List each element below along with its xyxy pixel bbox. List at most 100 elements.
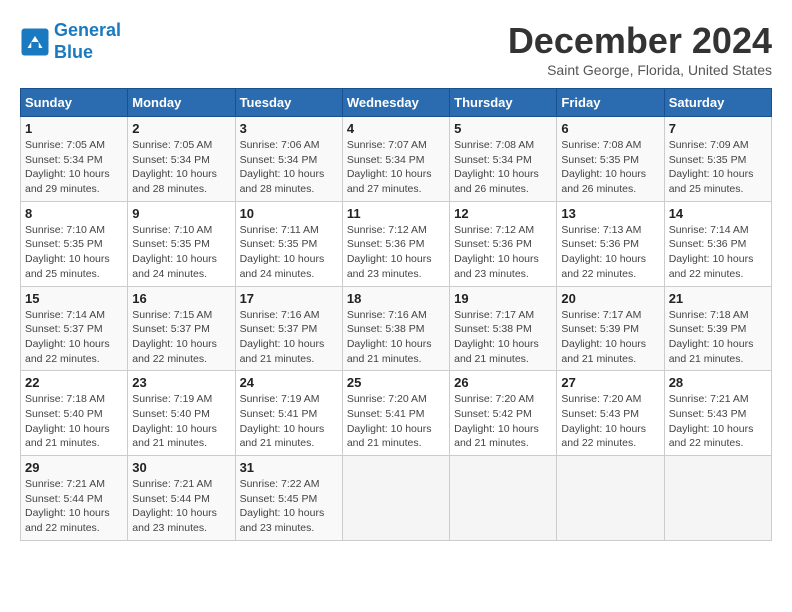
calendar-day-header: Friday xyxy=(557,89,664,117)
calendar-cell: 29 Sunrise: 7:21 AM Sunset: 5:44 PM Dayli… xyxy=(21,456,128,541)
day-number: 2 xyxy=(132,121,230,136)
calendar-cell xyxy=(664,456,771,541)
day-detail: Sunrise: 7:14 AM Sunset: 5:37 PM Dayligh… xyxy=(25,308,123,367)
calendar-day-header: Monday xyxy=(128,89,235,117)
logo: General Blue xyxy=(20,20,121,63)
calendar-cell xyxy=(450,456,557,541)
day-number: 5 xyxy=(454,121,552,136)
day-number: 22 xyxy=(25,375,123,390)
calendar-cell: 14 Sunrise: 7:14 AM Sunset: 5:36 PM Dayli… xyxy=(664,201,771,286)
calendar-cell: 7 Sunrise: 7:09 AM Sunset: 5:35 PM Daylig… xyxy=(664,117,771,202)
calendar-day-header: Tuesday xyxy=(235,89,342,117)
calendar-day-header: Wednesday xyxy=(342,89,449,117)
day-number: 26 xyxy=(454,375,552,390)
day-number: 4 xyxy=(347,121,445,136)
calendar-cell: 16 Sunrise: 7:15 AM Sunset: 5:37 PM Dayli… xyxy=(128,286,235,371)
day-detail: Sunrise: 7:20 AM Sunset: 5:41 PM Dayligh… xyxy=(347,392,445,451)
day-number: 21 xyxy=(669,291,767,306)
calendar-cell: 15 Sunrise: 7:14 AM Sunset: 5:37 PM Dayli… xyxy=(21,286,128,371)
calendar-cell: 3 Sunrise: 7:06 AM Sunset: 5:34 PM Daylig… xyxy=(235,117,342,202)
day-number: 14 xyxy=(669,206,767,221)
day-detail: Sunrise: 7:21 AM Sunset: 5:43 PM Dayligh… xyxy=(669,392,767,451)
day-detail: Sunrise: 7:05 AM Sunset: 5:34 PM Dayligh… xyxy=(25,138,123,197)
calendar-cell: 24 Sunrise: 7:19 AM Sunset: 5:41 PM Dayli… xyxy=(235,371,342,456)
day-number: 3 xyxy=(240,121,338,136)
day-number: 17 xyxy=(240,291,338,306)
day-detail: Sunrise: 7:10 AM Sunset: 5:35 PM Dayligh… xyxy=(132,223,230,282)
calendar-week-row: 1 Sunrise: 7:05 AM Sunset: 5:34 PM Daylig… xyxy=(21,117,772,202)
calendar-cell: 18Sunrise: 7:16 AM Sunset: 5:38 PM Dayli… xyxy=(342,286,449,371)
day-detail: Sunrise: 7:14 AM Sunset: 5:36 PM Dayligh… xyxy=(669,223,767,282)
day-number: 25 xyxy=(347,375,445,390)
calendar-table: SundayMondayTuesdayWednesdayThursdayFrid… xyxy=(20,88,772,541)
day-number: 19 xyxy=(454,291,552,306)
day-detail: Sunrise: 7:19 AM Sunset: 5:41 PM Dayligh… xyxy=(240,392,338,451)
day-detail: Sunrise: 7:20 AM Sunset: 5:43 PM Dayligh… xyxy=(561,392,659,451)
day-detail: Sunrise: 7:07 AM Sunset: 5:34 PM Dayligh… xyxy=(347,138,445,197)
day-detail: Sunrise: 7:11 AM Sunset: 5:35 PM Dayligh… xyxy=(240,223,338,282)
day-number: 13 xyxy=(561,206,659,221)
day-number: 30 xyxy=(132,460,230,475)
calendar-cell: 19 Sunrise: 7:17 AM Sunset: 5:38 PM Dayli… xyxy=(450,286,557,371)
day-detail: Sunrise: 7:06 AM Sunset: 5:34 PM Dayligh… xyxy=(240,138,338,197)
location-subtitle: Saint George, Florida, United States xyxy=(508,62,772,78)
day-number: 8 xyxy=(25,206,123,221)
title-block: December 2024 Saint George, Florida, Uni… xyxy=(508,20,772,78)
day-detail: Sunrise: 7:22 AM Sunset: 5:45 PM Dayligh… xyxy=(240,477,338,536)
calendar-cell: 21Sunrise: 7:18 AM Sunset: 5:39 PM Dayli… xyxy=(664,286,771,371)
calendar-cell xyxy=(342,456,449,541)
calendar-cell: 27Sunrise: 7:20 AM Sunset: 5:43 PM Dayli… xyxy=(557,371,664,456)
calendar-body: 1 Sunrise: 7:05 AM Sunset: 5:34 PM Daylig… xyxy=(21,117,772,541)
calendar-week-row: 22 Sunrise: 7:18 AM Sunset: 5:40 PM Dayli… xyxy=(21,371,772,456)
day-number: 16 xyxy=(132,291,230,306)
day-detail: Sunrise: 7:12 AM Sunset: 5:36 PM Dayligh… xyxy=(347,223,445,282)
calendar-cell: 30 Sunrise: 7:21 AM Sunset: 5:44 PM Dayli… xyxy=(128,456,235,541)
day-detail: Sunrise: 7:18 AM Sunset: 5:40 PM Dayligh… xyxy=(25,392,123,451)
day-detail: Sunrise: 7:21 AM Sunset: 5:44 PM Dayligh… xyxy=(25,477,123,536)
calendar-cell: 28 Sunrise: 7:21 AM Sunset: 5:43 PM Dayli… xyxy=(664,371,771,456)
calendar-cell: 23Sunrise: 7:19 AM Sunset: 5:40 PM Dayli… xyxy=(128,371,235,456)
calendar-cell: 20Sunrise: 7:17 AM Sunset: 5:39 PM Dayli… xyxy=(557,286,664,371)
calendar-week-row: 8 Sunrise: 7:10 AM Sunset: 5:35 PM Daylig… xyxy=(21,201,772,286)
calendar-cell: 8 Sunrise: 7:10 AM Sunset: 5:35 PM Daylig… xyxy=(21,201,128,286)
day-number: 12 xyxy=(454,206,552,221)
day-detail: Sunrise: 7:21 AM Sunset: 5:44 PM Dayligh… xyxy=(132,477,230,536)
calendar-cell: 26 Sunrise: 7:20 AM Sunset: 5:42 PM Dayli… xyxy=(450,371,557,456)
calendar-cell xyxy=(557,456,664,541)
calendar-cell: 25 Sunrise: 7:20 AM Sunset: 5:41 PM Dayli… xyxy=(342,371,449,456)
day-number: 23 xyxy=(132,375,230,390)
day-detail: Sunrise: 7:10 AM Sunset: 5:35 PM Dayligh… xyxy=(25,223,123,282)
day-detail: Sunrise: 7:17 AM Sunset: 5:39 PM Dayligh… xyxy=(561,308,659,367)
day-detail: Sunrise: 7:08 AM Sunset: 5:34 PM Dayligh… xyxy=(454,138,552,197)
day-number: 28 xyxy=(669,375,767,390)
calendar-day-header: Saturday xyxy=(664,89,771,117)
calendar-day-header: Sunday xyxy=(21,89,128,117)
day-number: 9 xyxy=(132,206,230,221)
day-detail: Sunrise: 7:13 AM Sunset: 5:36 PM Dayligh… xyxy=(561,223,659,282)
calendar-cell: 17 Sunrise: 7:16 AM Sunset: 5:37 PM Dayli… xyxy=(235,286,342,371)
day-detail: Sunrise: 7:08 AM Sunset: 5:35 PM Dayligh… xyxy=(561,138,659,197)
calendar-cell: 6Sunrise: 7:08 AM Sunset: 5:35 PM Daylig… xyxy=(557,117,664,202)
day-number: 29 xyxy=(25,460,123,475)
day-number: 24 xyxy=(240,375,338,390)
day-number: 15 xyxy=(25,291,123,306)
logo-icon xyxy=(20,27,50,57)
day-detail: Sunrise: 7:12 AM Sunset: 5:36 PM Dayligh… xyxy=(454,223,552,282)
logo-text: General Blue xyxy=(54,20,121,63)
day-detail: Sunrise: 7:09 AM Sunset: 5:35 PM Dayligh… xyxy=(669,138,767,197)
calendar-day-header: Thursday xyxy=(450,89,557,117)
logo-line2: Blue xyxy=(54,42,93,62)
day-detail: Sunrise: 7:05 AM Sunset: 5:34 PM Dayligh… xyxy=(132,138,230,197)
calendar-cell: 31Sunrise: 7:22 AM Sunset: 5:45 PM Dayli… xyxy=(235,456,342,541)
day-number: 1 xyxy=(25,121,123,136)
day-detail: Sunrise: 7:16 AM Sunset: 5:37 PM Dayligh… xyxy=(240,308,338,367)
calendar-cell: 2 Sunrise: 7:05 AM Sunset: 5:34 PM Daylig… xyxy=(128,117,235,202)
calendar-cell: 11Sunrise: 7:12 AM Sunset: 5:36 PM Dayli… xyxy=(342,201,449,286)
day-detail: Sunrise: 7:20 AM Sunset: 5:42 PM Dayligh… xyxy=(454,392,552,451)
day-detail: Sunrise: 7:15 AM Sunset: 5:37 PM Dayligh… xyxy=(132,308,230,367)
day-number: 7 xyxy=(669,121,767,136)
day-detail: Sunrise: 7:17 AM Sunset: 5:38 PM Dayligh… xyxy=(454,308,552,367)
calendar-cell: 5 Sunrise: 7:08 AM Sunset: 5:34 PM Daylig… xyxy=(450,117,557,202)
calendar-cell: 1 Sunrise: 7:05 AM Sunset: 5:34 PM Daylig… xyxy=(21,117,128,202)
calendar-cell: 10Sunrise: 7:11 AM Sunset: 5:35 PM Dayli… xyxy=(235,201,342,286)
